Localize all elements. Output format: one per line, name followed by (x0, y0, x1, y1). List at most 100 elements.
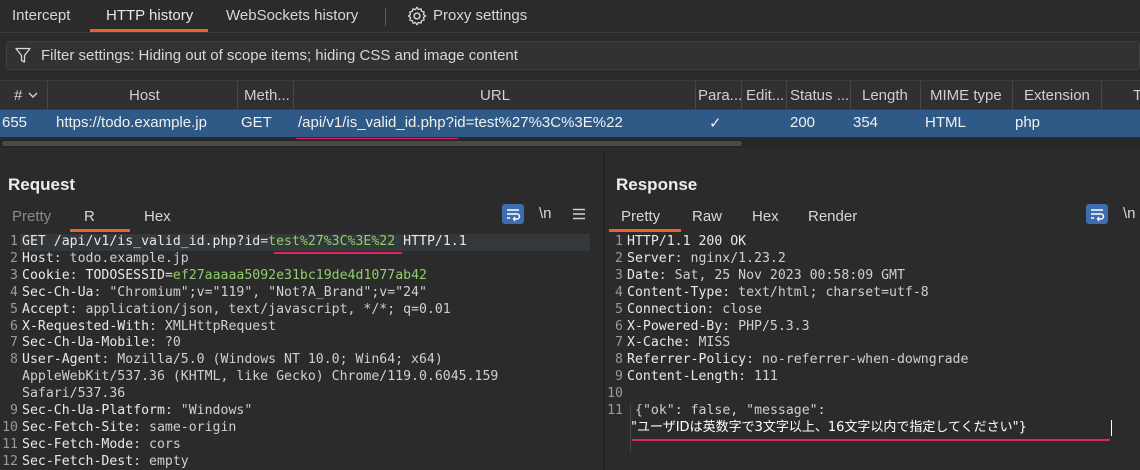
header-name: Connection (627, 301, 707, 317)
col-header-method[interactable]: Meth... (244, 87, 290, 104)
line-number: 1 (615, 234, 623, 249)
column-divider[interactable] (293, 81, 294, 110)
cookie-value: ef27aaaaa5092e31bc19de4d1077ab42 (172, 267, 427, 283)
header-name: Cookie (22, 267, 70, 283)
header-line: Date: Sat, 25 Nov 2023 00:58:09 GMT (627, 268, 905, 285)
cell-extension: php (1015, 114, 1041, 131)
header-value: : ?0 (149, 335, 181, 351)
cell-mime: HTML (925, 114, 966, 131)
header-value: Safari/537.36 (22, 386, 126, 402)
cell-host: https://todo.example.jp (56, 114, 207, 131)
hamburger-menu-icon[interactable] (572, 207, 586, 221)
funnel-icon (15, 47, 31, 63)
column-divider[interactable] (1012, 81, 1013, 110)
response-title: Response (616, 175, 698, 194)
status-text: HTTP/1.1 200 OK (627, 234, 747, 249)
col-header-title[interactable]: T (1133, 87, 1140, 104)
col-header-length[interactable]: Length (862, 87, 908, 104)
header-value: : todo.example.jp (53, 250, 189, 266)
header-line: Sec-Fetch-Site: same-origin (22, 420, 236, 437)
word-wrap-icon[interactable] (502, 204, 524, 224)
header-name: Accept (22, 301, 70, 317)
json-text: {"ok": false, "message": (635, 403, 826, 418)
col-header-status[interactable]: Status ... (790, 87, 849, 104)
param-equals: = (260, 234, 269, 249)
header-value: : "Chromium";v="119", "Not?A_Brand";v="2… (93, 284, 427, 300)
column-divider[interactable] (237, 81, 238, 110)
cell-params-check: ✓ (709, 115, 722, 132)
col-header-url[interactable]: URL (480, 87, 510, 104)
col-header-extension[interactable]: Extension (1024, 87, 1090, 104)
header-value: : XMLHttpRequest (149, 318, 277, 334)
gear-icon[interactable] (406, 5, 428, 27)
header-name: Sec-Ch-Ua (22, 284, 94, 300)
header-value: : application/json, text/javascript, */*… (69, 301, 451, 317)
request-tab-pretty[interactable]: Pretty (12, 208, 51, 225)
header-value: : (69, 267, 86, 283)
col-header-number[interactable]: # (14, 87, 22, 104)
header-name: Content-Length (627, 369, 739, 385)
cell-method: GET (241, 114, 272, 131)
tab-http-history[interactable]: HTTP history (106, 7, 193, 24)
text-cursor (1111, 420, 1112, 436)
word-wrap-icon[interactable] (1086, 204, 1108, 224)
request-tab-raw[interactable]: R (84, 208, 95, 225)
column-divider[interactable] (786, 81, 787, 110)
header-line: Sec-Fetch-Mode: cors (22, 437, 181, 454)
header-name: User-Agent (22, 352, 102, 368)
line-number: 5 (615, 301, 623, 317)
column-divider[interactable] (741, 81, 742, 110)
header-line: Sec-Fetch-Dest: empty (22, 454, 189, 470)
tab-intercept[interactable]: Intercept (12, 7, 70, 24)
column-divider[interactable] (1101, 81, 1102, 110)
column-divider[interactable] (47, 81, 48, 110)
header-name: Content-Type (627, 284, 723, 300)
line-number: 1 (10, 234, 18, 249)
cookie-equals: = (164, 267, 173, 283)
column-divider[interactable] (920, 81, 921, 110)
column-divider[interactable] (850, 81, 851, 110)
scrollbar-thumb[interactable] (2, 141, 742, 146)
table-row[interactable]: 655 https://todo.example.jp GET /api/v1/… (0, 110, 1140, 137)
header-line: Cookie: TODOSESSID=ef27aaaaa5092e31bc19d… (22, 268, 427, 285)
param-highlight-underline (274, 252, 402, 254)
request-title: Request (8, 175, 76, 194)
cell-status: 200 (790, 114, 816, 131)
line-number: 4 (615, 284, 623, 300)
header-value: : nginx/1.23.2 (674, 250, 786, 266)
line-number: 6 (10, 318, 18, 334)
header-line: X-Requested-With: XMLHttpRequest (22, 319, 276, 336)
header-value: : MISS (682, 335, 731, 351)
response-tab-pretty[interactable]: Pretty (621, 208, 660, 225)
response-tab-raw[interactable]: Raw (692, 208, 722, 225)
response-pane: Response Pretty Raw Hex Render \n 1 HTTP… (605, 150, 1140, 470)
col-header-edited[interactable]: Edit... (746, 87, 784, 104)
request-method-path: GET /api/v1/is_valid_id.php? (22, 234, 245, 249)
tab-proxy-settings[interactable]: Proxy settings (433, 7, 527, 24)
header-line: User-Agent: Mozilla/5.0 (Windows NT 10.0… (22, 352, 443, 369)
header-value: : Mozilla/5.0 (Windows NT 10.0; Win64; x… (101, 352, 443, 368)
tab-websockets-history[interactable]: WebSockets history (226, 7, 358, 24)
active-subtab-indicator (70, 229, 130, 232)
filter-bar[interactable]: Filter settings: Hiding out of scope ite… (6, 41, 1140, 70)
message-highlight-underline (632, 439, 1110, 441)
json-body-line: {"ok": false, "message": (635, 403, 826, 420)
header-line-continuation: AppleWebKit/537.36 (KHTML, like Gecko) C… (22, 369, 498, 386)
request-line: GET /api/v1/is_valid_id.php?id=test%27%3… (22, 234, 467, 251)
request-tab-hex[interactable]: Hex (144, 208, 171, 225)
newline-toggle[interactable]: \n (1123, 205, 1136, 222)
line-number: 4 (10, 284, 18, 300)
header-name: Sec-Ch-Ua-Mobile (22, 335, 150, 351)
header-name: Sec-Ch-Ua-Platform (22, 403, 165, 418)
col-header-params[interactable]: Para... (698, 87, 742, 104)
column-divider[interactable] (695, 81, 696, 110)
col-header-host[interactable]: Host (129, 87, 160, 104)
filter-settings-text: Filter settings: Hiding out of scope ite… (41, 47, 518, 64)
col-header-mime-type[interactable]: MIME type (930, 87, 1002, 104)
chevron-down-icon[interactable] (28, 92, 38, 99)
newline-toggle[interactable]: \n (539, 205, 552, 222)
header-line: Content-Length: 111 (627, 369, 778, 386)
response-tab-hex[interactable]: Hex (752, 208, 779, 225)
response-tab-render[interactable]: Render (808, 208, 857, 225)
active-subtab-indicator (609, 229, 681, 232)
